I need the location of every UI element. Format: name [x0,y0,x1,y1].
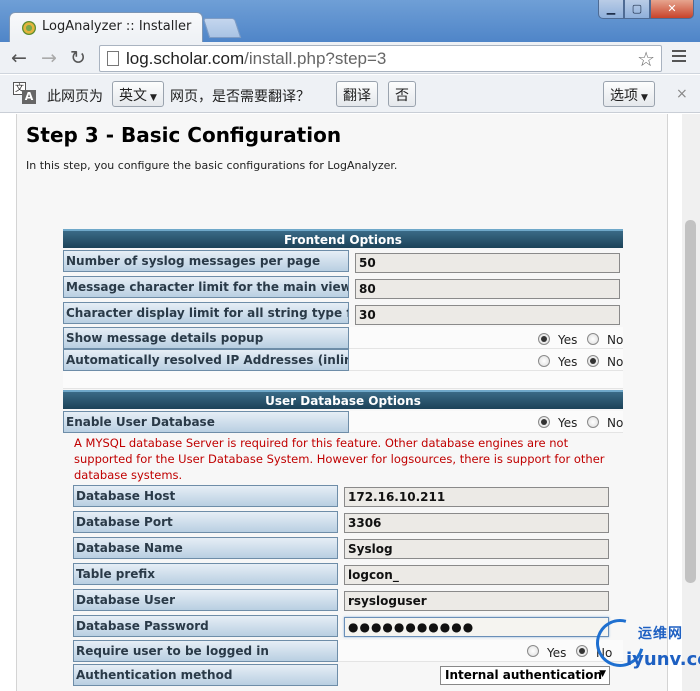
no-translate-button[interactable]: 否 [388,81,416,107]
enable-user-db-no-radio[interactable] [587,416,599,428]
enable-user-db-no-label: No [607,416,624,430]
new-tab-button[interactable] [202,18,242,38]
address-bar[interactable]: log.scholar.com/install.php?step=3 ☆ [99,45,662,72]
frontend-options-header: Frontend Options [63,229,623,248]
resolve-ip-label: Automatically resolved IP Addresses (inl… [63,349,349,371]
forward-icon[interactable]: → [41,48,57,68]
string-display-limit-label: Character display limit for all string t… [63,302,349,324]
page-description: In this step, you configure the basic co… [26,159,398,172]
favicon-icon [22,21,36,35]
mysql-warning-text: A MYSQL database Server is required for … [74,436,605,482]
message-char-limit-label: Message character limit for the main vie… [63,276,349,298]
options-label: 选项 [610,88,638,104]
enable-user-db-yes-radio[interactable] [538,416,550,428]
tab-loganalyzer[interactable]: LogAnalyzer :: Installer [9,12,203,42]
details-popup-no-label: No [607,333,624,347]
db-password-input[interactable]: ●●●●●●●●●●● [344,617,609,637]
minimize-icon[interactable]: ▁ [598,0,624,19]
enable-user-db-label: Enable User Database [63,411,349,433]
language-value: 英文 [119,88,147,104]
url-path: /install.php?step=3 [244,49,387,68]
browser-toolbar: ← → ↻ log.scholar.com/install.php?step=3… [0,42,700,74]
db-user-label: Database User [73,589,338,611]
back-icon[interactable]: ← [11,48,27,68]
db-host-label: Database Host [73,485,338,507]
chevron-down-icon: ▼ [641,93,648,103]
language-select[interactable]: 英文 ▼ [112,81,164,107]
close-translate-icon[interactable]: × [676,86,688,102]
page-viewport: Step 3 - Basic Configuration In this ste… [0,114,700,691]
options-button[interactable]: 选项 ▼ [603,81,655,107]
watermark-cn-text: 运维网 [638,626,683,642]
table-prefix-input[interactable]: logcon_ [344,565,609,585]
title-bar: LogAnalyzer :: Installer ▁ ▢ ✕ [0,0,700,42]
details-popup-yes-label: Yes [558,333,578,347]
require-login-yes-radio[interactable] [527,645,539,657]
maximize-icon[interactable]: ▢ [624,0,650,19]
translate-bar: 文A 此网页为 英文 ▼ 网页，是否需要翻译？ 翻译 否 选项 ▼ × [0,75,700,113]
db-password-label: Database Password [73,615,338,637]
resolve-ip-no-label: No [607,355,624,369]
db-host-input[interactable]: 172.16.10.211 [344,487,609,507]
scrollbar-thumb[interactable] [685,220,696,583]
db-port-input[interactable]: 3306 [344,513,609,533]
details-popup-label: Show message details popup [63,327,349,349]
watermark: 运维网 iyunv.com [587,610,700,687]
db-name-label: Database Name [73,537,338,559]
page-title: Step 3 - Basic Configuration [26,123,342,147]
require-login-no-radio[interactable] [576,645,588,657]
auth-method-select[interactable]: Internal authentication ▼ [440,666,610,685]
resolve-ip-yes-radio[interactable] [538,355,550,367]
enable-user-db-yes-label: Yes [558,416,578,430]
require-login-yes-label: Yes [547,646,567,660]
resolve-ip-yes-label: Yes [558,355,578,369]
require-login-label: Require user to be logged in [73,640,338,662]
auth-method-label: Authentication method [73,664,338,686]
tab-title: LogAnalyzer :: Installer [42,19,192,34]
translate-button[interactable]: 翻译 [336,81,378,107]
translate-icon: 文A [13,82,37,104]
details-popup-no-radio[interactable] [587,333,599,345]
menu-icon[interactable] [672,47,686,65]
db-port-label: Database Port [73,511,338,533]
auth-method-value: Internal authentication [445,668,603,682]
syslog-per-page-label: Number of syslog messages per page [63,250,349,272]
page-icon [107,51,119,66]
db-user-input[interactable]: rsysloguser [344,591,609,611]
translate-question: 网页，是否需要翻译？ [170,89,310,105]
resolve-ip-no-radio[interactable] [587,355,599,367]
close-window-icon[interactable]: ✕ [650,0,694,19]
syslog-per-page-input[interactable]: 50 [355,253,620,273]
watermark-en-text: iyunv.com [626,649,700,670]
message-char-limit-input[interactable]: 80 [355,279,620,299]
bookmark-star-icon[interactable]: ☆ [637,47,655,72]
db-name-input[interactable]: Syslog [344,539,609,559]
string-display-limit-input[interactable]: 30 [355,305,620,325]
table-prefix-label: Table prefix [73,563,338,585]
details-popup-yes-radio[interactable] [538,333,550,345]
reload-icon[interactable]: ↻ [70,48,86,68]
user-db-options-header: User Database Options [63,390,623,409]
translate-prefix: 此网页为 [47,89,103,105]
url-host: log.scholar.com [126,49,245,68]
chevron-down-icon: ▼ [150,93,157,103]
